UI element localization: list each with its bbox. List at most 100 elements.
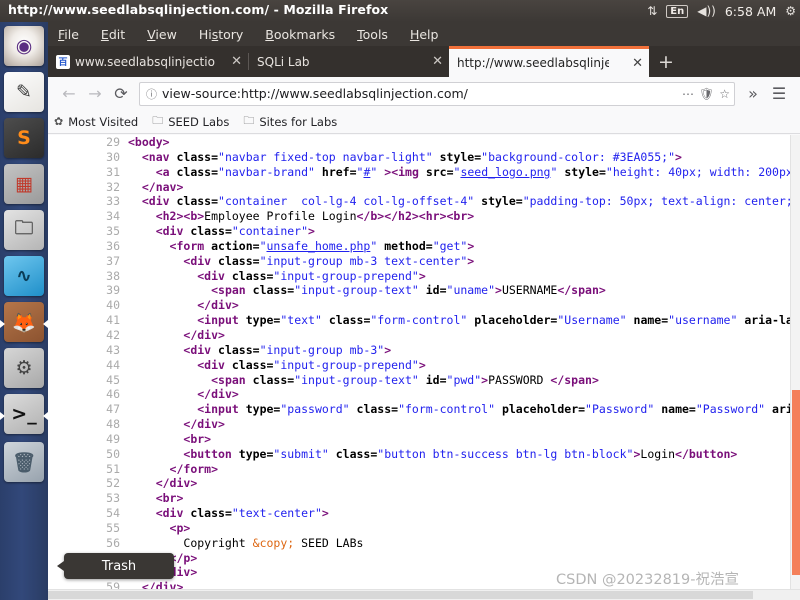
bookmark-star-icon[interactable]: ☆ xyxy=(719,87,730,101)
code-token: class= xyxy=(190,506,232,521)
keyboard-layout-indicator[interactable]: En xyxy=(666,4,689,18)
launcher-item-files[interactable]: 🗀 xyxy=(4,210,44,250)
code-token: <body> xyxy=(128,135,170,149)
code-token: class= xyxy=(252,283,295,298)
line-number: 36 xyxy=(106,238,120,253)
line-number: 48 xyxy=(106,417,120,432)
code-token: <span xyxy=(211,283,253,298)
forward-icon[interactable]: → xyxy=(82,81,108,107)
code-token: <div xyxy=(183,342,219,357)
code-token: Employee Profile Login xyxy=(204,209,357,224)
menu-tools[interactable]: Tools xyxy=(357,27,388,42)
vertical-scrollbar-thumb[interactable] xyxy=(792,390,800,575)
launcher-item-wireshark[interactable]: ∿ xyxy=(4,256,44,296)
source-code[interactable]: 29 <body> 30 <nav class="navbar fixed-top … xyxy=(48,135,793,590)
bookmark-sites-for-labs[interactable]: 🗀 Sites for Labs xyxy=(243,112,337,131)
code-token: </div> xyxy=(183,327,225,342)
menu-history[interactable]: History xyxy=(199,27,243,42)
launcher-item-settings[interactable]: ⚙ xyxy=(4,348,44,388)
overflow-icon[interactable]: » xyxy=(740,81,766,107)
vertical-scrollbar[interactable] xyxy=(790,135,800,590)
code-token: type= xyxy=(245,313,281,328)
tab-close-icon[interactable]: ✕ xyxy=(432,54,443,69)
tab-title: http://www.seedlabsqlinje xyxy=(457,56,609,70)
tab-close-icon[interactable]: ✕ xyxy=(632,56,643,71)
launcher-item-terminal[interactable]: >_ xyxy=(4,394,44,434)
clock[interactable]: 6:58 AM xyxy=(725,4,776,19)
launcher-running-indicator xyxy=(0,412,5,420)
network-icon[interactable]: ⇅ xyxy=(647,5,657,17)
gear-icon[interactable]: ⚙ xyxy=(785,5,796,17)
source-line: 40 </div> xyxy=(48,298,793,313)
source-line: 41 <input type="text" class="form-contro… xyxy=(48,313,793,328)
code-token: > xyxy=(308,224,315,239)
horizontal-scrollbar-thumb[interactable] xyxy=(48,591,753,599)
code-token: class= xyxy=(176,194,219,209)
bookmark-most-visited[interactable]: ✿ Most Visited xyxy=(54,115,138,129)
menu-edit[interactable]: Edit xyxy=(101,27,125,42)
bookmark-seed-labs[interactable]: 🗀 SEED Labs xyxy=(152,112,229,131)
back-icon[interactable]: ← xyxy=(56,81,82,107)
source-line: 54 <div class="text-center"> xyxy=(48,506,793,521)
url-text[interactable]: view-source:http://www.seedlabsqlinjecti… xyxy=(162,86,677,101)
browser-tab[interactable]: 百 www.seedlabsqlinjectio ✕ xyxy=(48,46,248,77)
source-line: 34 <h2><b>Employee Profile Login</b></h2… xyxy=(48,209,793,224)
code-token: "password" xyxy=(280,402,350,417)
hamburger-menu-icon[interactable]: ☰ xyxy=(766,81,792,107)
code-token: </div> xyxy=(183,417,225,432)
bookmark-label: SEED Labs xyxy=(168,114,230,129)
code-token: "navbar-brand" xyxy=(218,164,315,179)
code-token: type= xyxy=(238,446,274,461)
settings-icon: ⚙ xyxy=(15,357,33,379)
reload-icon[interactable]: ⟳ xyxy=(108,81,134,107)
code-token: </button> xyxy=(675,446,738,461)
source-line: 50 <button type="submit" class="button b… xyxy=(48,447,793,462)
menu-file[interactable]: File xyxy=(58,27,79,42)
launcher-item-text-editor[interactable]: ✎ xyxy=(4,72,44,112)
menu-view[interactable]: View xyxy=(147,27,177,42)
shield-icon[interactable]: 🛡 xyxy=(699,87,714,101)
menu-help[interactable]: Help xyxy=(410,27,439,42)
menu-bookmarks[interactable]: Bookmarks xyxy=(265,27,335,42)
code-token: src= xyxy=(425,164,454,179)
line-number: 35 xyxy=(106,224,120,239)
page-actions-icon[interactable]: ⋯ xyxy=(682,87,694,101)
source-line: 30 <nav class="navbar fixed-top navbar-l… xyxy=(48,150,793,165)
launcher-item-virtualbox[interactable]: ▦ xyxy=(4,164,44,204)
code-token: <a xyxy=(155,164,177,179)
text-editor-icon: ✎ xyxy=(16,81,32,103)
code-token: "background-color: #3EA055;" xyxy=(481,149,676,164)
launcher-item-firefox[interactable]: 🦊 xyxy=(4,302,44,342)
browser-tab[interactable]: http://www.seedlabsqlinje ✕ xyxy=(449,46,649,77)
address-bar[interactable]: ⓘ view-source:http://www.seedlabsqlinjec… xyxy=(139,81,735,106)
code-token[interactable]: seed_logo.png xyxy=(460,165,550,179)
new-tab-button[interactable]: + xyxy=(649,46,683,77)
site-identity-icon[interactable]: ⓘ xyxy=(146,86,157,102)
code-token: "get" xyxy=(432,238,468,253)
code-token[interactable]: unsafe_home.php xyxy=(267,239,371,253)
volume-icon[interactable]: ◀)) xyxy=(697,5,716,17)
code-token: class= xyxy=(328,313,371,328)
launcher-running-indicator xyxy=(0,320,5,328)
tab-close-icon[interactable]: ✕ xyxy=(231,54,242,69)
trash-icon: 🗑 xyxy=(11,451,37,474)
launcher-item-sublime-text[interactable]: S xyxy=(4,118,44,158)
source-line: 53 <br> xyxy=(48,491,793,506)
browser-tab[interactable]: SQLi Lab ✕ xyxy=(249,46,449,77)
launcher-item-trash[interactable]: 🗑 xyxy=(4,442,44,482)
horizontal-scrollbar[interactable] xyxy=(48,589,800,600)
system-tray: ⇅ En ◀)) 6:58 AM ⚙ xyxy=(647,0,796,22)
launcher-item-ubuntu-dash[interactable]: ◉ xyxy=(4,26,44,66)
